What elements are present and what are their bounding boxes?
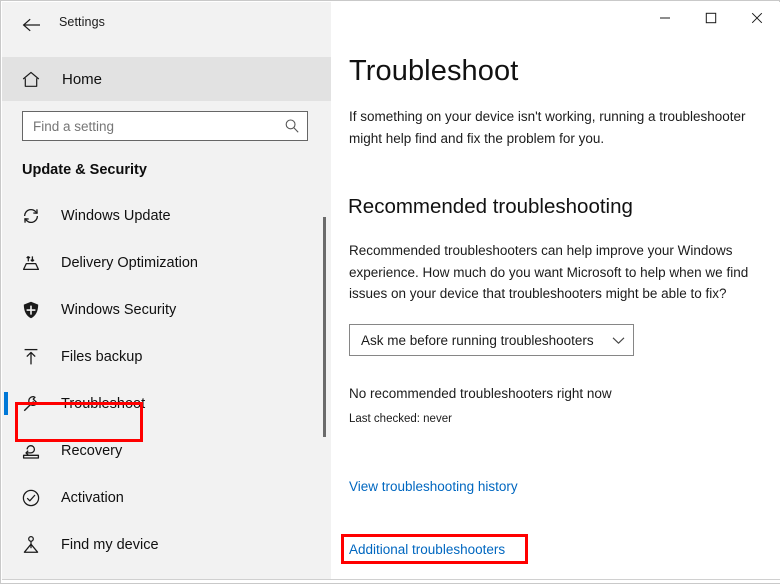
back-arrow-icon[interactable] — [12, 7, 52, 43]
title-bar: Settings — [2, 2, 331, 49]
sidebar-item-windows-security[interactable]: Windows Security — [2, 286, 331, 333]
page-title: Troubleshoot — [349, 55, 519, 87]
search-box[interactable] — [22, 111, 308, 141]
sidebar: Settings Home Find a setting Update & Se… — [2, 2, 331, 583]
upload-arrow-icon — [20, 346, 42, 368]
home-icon — [21, 69, 41, 89]
recommended-status-text: No recommended troubleshooters right now — [349, 386, 612, 401]
additional-troubleshooters-link[interactable]: Additional troubleshooters — [349, 542, 505, 557]
wrench-icon — [20, 393, 42, 415]
recovery-icon — [20, 440, 42, 462]
sidebar-item-label: Recovery — [61, 442, 123, 459]
sidebar-nav-list: Windows Update Delivery Optimization Win… — [2, 192, 331, 568]
minimize-icon[interactable] — [642, 2, 688, 34]
sidebar-scrollbar[interactable] — [321, 152, 327, 572]
sidebar-item-label: Activation — [61, 489, 124, 506]
page-description: If something on your device isn't workin… — [349, 109, 746, 146]
maximize-icon[interactable] — [688, 2, 734, 34]
sidebar-item-windows-update[interactable]: Windows Update — [2, 192, 331, 239]
sidebar-scrollbar-thumb[interactable] — [323, 217, 326, 437]
window-controls — [642, 2, 780, 34]
sidebar-item-troubleshoot[interactable]: Troubleshoot — [2, 380, 331, 427]
search-input[interactable] — [23, 112, 279, 140]
sidebar-item-label: Troubleshoot — [61, 395, 146, 412]
sync-refresh-icon — [20, 205, 42, 227]
find-my-device-icon — [20, 534, 42, 556]
sidebar-category-heading: Update & Security — [22, 162, 147, 178]
search-icon[interactable] — [279, 112, 305, 140]
sidebar-item-home[interactable]: Home — [2, 57, 331, 101]
settings-window: Settings Home Find a setting Update & Se… — [0, 0, 780, 584]
main-content: Troubleshoot If something on your device… — [332, 2, 780, 583]
sidebar-item-home-label: Home — [62, 70, 103, 88]
sidebar-item-label: Windows Security — [61, 301, 177, 318]
window-frame: Settings Home Find a setting Update & Se… — [0, 0, 780, 584]
sidebar-item-find-my-device[interactable]: Find my device — [2, 521, 331, 568]
sidebar-item-files-backup[interactable]: Files backup — [2, 333, 331, 380]
recommended-troubleshooting-dropdown[interactable]: Ask me before running troubleshooters — [349, 324, 634, 356]
sidebar-item-delivery-optimization[interactable]: Delivery Optimization — [2, 239, 331, 286]
section-heading: Recommended troubleshooting — [348, 195, 633, 218]
close-icon[interactable] — [734, 2, 780, 34]
section-description: Recommended troubleshooters can help imp… — [349, 243, 749, 301]
sidebar-item-activation[interactable]: Activation — [2, 474, 331, 521]
sidebar-item-recovery[interactable]: Recovery — [2, 427, 331, 474]
sidebar-item-label: Find my device — [61, 536, 159, 553]
dropdown-selected-value: Ask me before running troubleshooters — [361, 332, 594, 348]
check-circle-icon — [20, 487, 42, 509]
delivery-optimization-icon — [20, 252, 42, 274]
chevron-down-icon[interactable] — [603, 325, 633, 355]
view-troubleshooting-history-link[interactable]: View troubleshooting history — [349, 479, 518, 494]
shield-icon — [20, 299, 42, 321]
window-bottom-edge — [2, 579, 780, 583]
sidebar-item-label: Windows Update — [61, 207, 171, 224]
sidebar-item-label: Files backup — [61, 348, 143, 365]
last-checked-text: Last checked: never — [349, 413, 452, 425]
sidebar-item-label: Delivery Optimization — [61, 254, 198, 271]
window-title: Settings — [59, 15, 105, 29]
